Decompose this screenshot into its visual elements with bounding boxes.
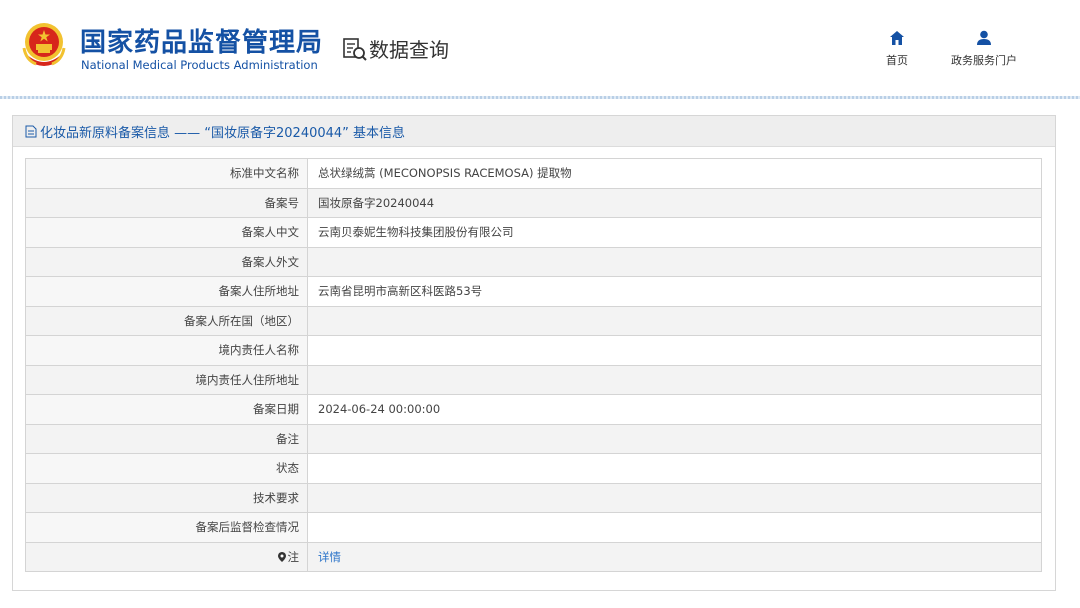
field-value	[307, 335, 1042, 366]
header-divider	[0, 96, 1080, 99]
field-label: 备案后监督检查情况	[25, 512, 308, 543]
details-link[interactable]: 详情	[318, 550, 341, 564]
field-label: 备注	[25, 423, 308, 454]
user-icon	[977, 30, 991, 45]
field-label: 境内责任人名称	[25, 335, 308, 366]
field-value	[307, 246, 1042, 277]
table-row: 备案人外文	[25, 246, 1042, 277]
table-row: 境内责任人名称	[25, 335, 1042, 366]
field-label: 备案人所在国（地区）	[25, 305, 308, 336]
national-emblem-icon	[22, 23, 66, 66]
table-row: 状态	[25, 453, 1042, 484]
table-row: 备案号 国妆原备字20240044	[25, 187, 1042, 218]
table-row: 备案日期 2024-06-24 00:00:00	[25, 394, 1042, 425]
field-value	[307, 423, 1042, 454]
table-row: 技术要求	[25, 482, 1042, 513]
note-label-cell: 注	[25, 541, 308, 572]
nav-service-portal-label: 政务服务门户	[951, 54, 1017, 67]
nav-home[interactable]: 首页	[880, 30, 914, 68]
home-icon	[890, 31, 904, 45]
field-label: 备案人外文	[25, 246, 308, 277]
table-row: 境内责任人住所地址	[25, 364, 1042, 395]
field-label: 备案人中文	[25, 217, 308, 248]
location-pin-icon	[277, 551, 286, 562]
field-value: 总状绿绒蒿 (MECONOPSIS RACEMOSA) 提取物	[307, 158, 1042, 189]
field-value	[307, 364, 1042, 395]
nav-home-label: 首页	[886, 54, 908, 67]
data-query-label: 数据查询	[369, 38, 449, 62]
note-label: 注	[287, 549, 300, 564]
site-title-cn[interactable]: 国家药品监督管理局	[80, 22, 323, 59]
field-label: 境内责任人住所地址	[25, 364, 308, 395]
table-row: 标准中文名称 总状绿绒蒿 (MECONOPSIS RACEMOSA) 提取物	[25, 158, 1042, 189]
field-label: 备案号	[25, 187, 308, 218]
panel-title: 化妆品新原料备案信息 —— “国妆原备字20240044” 基本信息	[40, 125, 406, 141]
panel-header: 化妆品新原料备案信息 —— “国妆原备字20240044” 基本信息	[13, 116, 1055, 147]
nav-service-portal[interactable]: 政务服务门户	[944, 30, 1024, 68]
document-icon	[25, 125, 37, 137]
table-row: 备注	[25, 423, 1042, 454]
table-row: 备案人中文 云南贝泰妮生物科技集团股份有限公司	[25, 217, 1042, 248]
data-query-link[interactable]: 数据查询	[341, 34, 449, 63]
field-value: 2024-06-24 00:00:00	[307, 394, 1042, 425]
table-row: 备案后监督检查情况	[25, 512, 1042, 543]
field-value	[307, 482, 1042, 513]
table-row: 备案人住所地址 云南省昆明市高新区科医路53号	[25, 276, 1042, 307]
field-value	[307, 453, 1042, 484]
field-label: 技术要求	[25, 482, 308, 513]
field-label: 备案人住所地址	[25, 276, 308, 307]
note-value-cell: 详情	[307, 541, 1042, 572]
field-label: 状态	[25, 453, 308, 484]
site-title-en[interactable]: National Medical Products Administration	[81, 58, 318, 72]
table-row: 备案人所在国（地区）	[25, 305, 1042, 336]
field-label: 标准中文名称	[25, 158, 308, 189]
field-value: 云南省昆明市高新区科医路53号	[307, 276, 1042, 307]
field-value: 国妆原备字20240044	[307, 187, 1042, 218]
field-label: 备案日期	[25, 394, 308, 425]
table-row-note: 注 详情	[25, 541, 1042, 572]
site-header: 国家药品监督管理局 National Medical Products Admi…	[0, 0, 1080, 96]
record-panel: 化妆品新原料备案信息 —— “国妆原备字20240044” 基本信息 标准中文名…	[12, 115, 1056, 591]
record-info-table: 标准中文名称 总状绿绒蒿 (MECONOPSIS RACEMOSA) 提取物 备…	[25, 158, 1042, 572]
field-value	[307, 305, 1042, 336]
document-search-icon	[343, 37, 367, 61]
field-value: 云南贝泰妮生物科技集团股份有限公司	[307, 217, 1042, 248]
field-value	[307, 512, 1042, 543]
